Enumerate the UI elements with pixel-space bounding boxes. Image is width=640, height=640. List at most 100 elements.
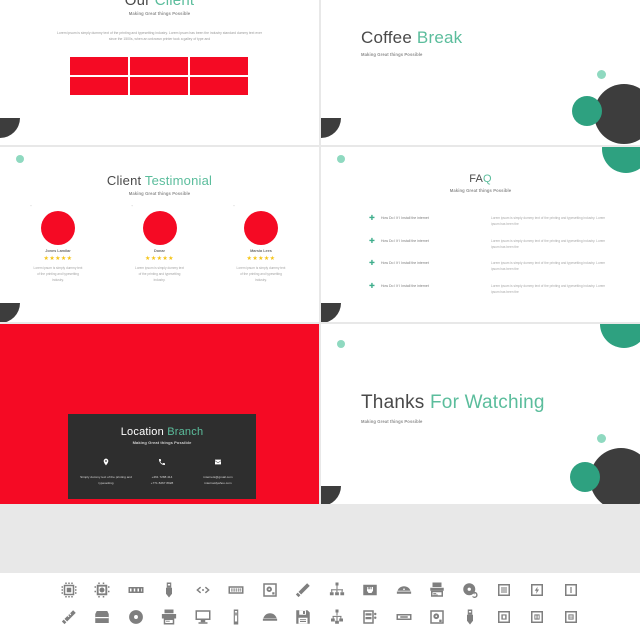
decor-dot-mint — [337, 340, 345, 348]
faq-question: How Do I If I Install the internet — [381, 283, 429, 288]
body-paragraph: Lorem ipsum is simply dummy text of the … — [57, 31, 262, 42]
contact-item-email: internets@gmail.com internatdyahoo.com — [190, 458, 246, 487]
quote-icon: “ — [30, 205, 32, 211]
client-logo-placeholder[interactable] — [130, 57, 188, 75]
external-drive-icon[interactable] — [261, 608, 279, 626]
battery-icon[interactable] — [227, 608, 245, 626]
title-main: Thanks — [361, 392, 425, 413]
plus-icon[interactable]: ✚ — [369, 215, 381, 222]
faq-item[interactable]: ✚ How Do I If I Install the internet Lor… — [369, 260, 612, 272]
scanner-icon[interactable] — [428, 581, 446, 599]
cpu-chip-icon[interactable] — [60, 581, 78, 599]
floppy-disk-icon[interactable] — [294, 608, 312, 626]
ram-module-icon[interactable] — [127, 581, 145, 599]
usb-flash-drive-icon[interactable] — [294, 581, 312, 599]
page-subtitle: Making Great things Possible — [361, 52, 423, 57]
decor-circle-green — [570, 462, 600, 492]
server-rack-icon[interactable] — [361, 608, 379, 626]
disc-refresh-icon[interactable] — [461, 581, 479, 599]
hdd-platter-icon[interactable] — [428, 608, 446, 626]
client-logo-placeholder[interactable] — [190, 77, 248, 95]
contact-item-address: Simply dummy text of the printing and ty… — [78, 458, 134, 487]
title-main: Location — [120, 426, 164, 438]
slide-faq[interactable]: FAQ Making Great things Possible ✚ How D… — [321, 147, 640, 322]
faq-item[interactable]: ✚ How Do I If I Install the internet Lor… — [369, 215, 612, 227]
monitor-icon[interactable] — [194, 608, 212, 626]
slide-header: Coffee Break Making Great things Possibl… — [361, 28, 462, 57]
faq-question: How Do I If I Install the internet — [381, 261, 429, 266]
title-main: Client — [106, 173, 142, 188]
network-hub-icon[interactable] — [328, 581, 346, 599]
avatar — [244, 211, 278, 245]
chip-square-icon[interactable] — [495, 581, 513, 599]
faq-question: How Do I If I Install the internet — [381, 238, 429, 243]
faq-item[interactable]: ✚ How Do I If I Install the internet Lor… — [369, 283, 612, 295]
network-tree-icon[interactable] — [328, 608, 346, 626]
page-title: Client Testimonial — [0, 173, 319, 188]
testimonial-card[interactable]: “ Jones Lamilar ★★★★★ Lorem ipsum is sim… — [18, 205, 98, 283]
chip-pin-icon[interactable] — [562, 581, 580, 599]
optical-drive-slot-icon[interactable] — [395, 581, 413, 599]
decor-corner-dark — [321, 486, 341, 504]
decor-corner-dark — [321, 303, 341, 322]
faq-answer: Lorem ipsum is simply dummy text of the … — [491, 238, 606, 249]
contact-card: Location Branch Making Great things Poss… — [68, 414, 256, 499]
client-logo-placeholder[interactable] — [190, 57, 248, 75]
testimonial-text: Lorem ipsum is simply dummy text of the … — [33, 266, 83, 283]
plus-icon[interactable]: ✚ — [369, 283, 381, 290]
compact-disc-icon[interactable] — [127, 608, 145, 626]
client-logo-placeholder[interactable] — [70, 57, 128, 75]
decor-dot-mint-lower — [597, 434, 606, 443]
memory-stick-icon[interactable] — [60, 608, 78, 626]
chip-ic2-icon[interactable] — [528, 608, 546, 626]
avatar — [142, 211, 177, 245]
slide-our-client[interactable]: Our Client Making Great things Possible … — [0, 0, 319, 145]
decor-corner-dark — [321, 118, 341, 138]
decor-corner-dark — [0, 303, 20, 322]
slide-location-branch[interactable]: Location Branch Making Great things Poss… — [0, 324, 319, 504]
quote-icon: “ — [131, 205, 134, 211]
page-subtitle: Making Great things Possible — [449, 188, 512, 193]
printer-icon[interactable] — [160, 608, 178, 626]
testimonial-card[interactable]: “ Donar ★★★★★ Lorem ipsum is simply dumm… — [120, 205, 200, 283]
chip-ic3-icon[interactable] — [562, 608, 580, 626]
decor-dot-mint — [597, 70, 606, 79]
client-logo-placeholder[interactable] — [70, 77, 128, 95]
slide-thanks-for-watching[interactable]: Thanks For Watching Making Great things … — [321, 324, 640, 504]
chip-power-icon[interactable] — [528, 581, 546, 599]
page-title: Our Client — [0, 0, 319, 9]
icon-library-row-2 — [60, 608, 580, 626]
testimonial-card[interactable]: “ Marsia Lees ★★★★★ Lorem ipsum is simpl… — [221, 205, 301, 283]
title-accent: Q — [483, 173, 492, 185]
usb-cable-icon[interactable] — [461, 608, 479, 626]
testimonial-text: Lorem ipsum is simply dummy text of the … — [135, 266, 184, 283]
slide-grid: Our Client Making Great things Possible … — [0, 0, 640, 573]
title-accent: Break — [416, 28, 463, 47]
title-main: Our — [124, 0, 151, 9]
chip-ic-icon[interactable] — [495, 608, 513, 626]
toolbox-icon[interactable] — [93, 608, 111, 626]
processor-icon[interactable] — [93, 581, 111, 599]
hard-drive-icon[interactable] — [261, 581, 279, 599]
page-title: FAQ — [321, 173, 640, 185]
mail-icon — [190, 458, 246, 468]
plus-icon[interactable]: ✚ — [369, 260, 381, 267]
usb-plug-icon[interactable] — [160, 581, 178, 599]
page-subtitle: Making Great things Possible — [128, 11, 191, 16]
code-brackets-icon[interactable] — [194, 581, 212, 599]
star-rating: ★★★★★ — [43, 256, 73, 262]
ethernet-port-icon[interactable] — [361, 581, 379, 599]
client-logo-placeholder[interactable] — [130, 77, 188, 95]
keyboard-icon[interactable] — [227, 581, 245, 599]
slide-header: Our Client Making Great things Possible — [0, 0, 319, 16]
page-subtitle: Making Great things Possible — [128, 191, 191, 196]
slide-client-testimonial[interactable]: Client Testimonial Making Great things P… — [0, 147, 319, 322]
card-reader-icon[interactable] — [395, 608, 413, 626]
faq-item[interactable]: ✚ How Do I If I Install the internet Lor… — [369, 238, 612, 250]
decor-corner-dark — [0, 118, 20, 138]
contact-columns: Simply dummy text of the printing and ty… — [78, 458, 246, 487]
plus-icon[interactable]: ✚ — [369, 238, 381, 245]
quote-icon: “ — [233, 205, 235, 211]
slide-coffee-break[interactable]: Coffee Break Making Great things Possibl… — [321, 0, 640, 145]
icon-library — [0, 573, 640, 640]
